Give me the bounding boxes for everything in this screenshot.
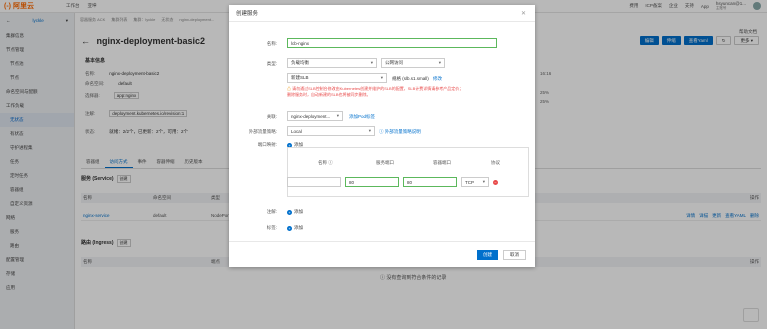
annotation-label: 注解: xyxy=(266,209,277,214)
help-icon: ⓘ xyxy=(328,160,333,165)
slb-select[interactable]: 新建SLB xyxy=(287,73,387,83)
name-input[interactable]: lcb-nginx xyxy=(287,38,497,48)
create-button[interactable]: 创建 xyxy=(477,250,498,260)
question-icon: ⓘ xyxy=(379,129,384,134)
access-select[interactable]: 公网访问 xyxy=(381,58,445,68)
slb-spec: 规格 (slb.s1.small) 修改 xyxy=(392,76,443,81)
assoc-select[interactable]: nginx-deployment... xyxy=(287,111,343,121)
ext-traffic-help[interactable]: ⓘ 外部流量策略说明 xyxy=(379,129,421,135)
dialog-footer: 创建 取消 xyxy=(229,241,535,267)
port-col-svc: 服务端口 xyxy=(376,160,394,165)
assoc-label: 关联: xyxy=(266,114,277,119)
type-label: 类型: xyxy=(266,61,277,66)
container-port-input[interactable]: 80 xyxy=(403,177,457,187)
plus-icon: + xyxy=(287,209,292,215)
port-col-name: 名称 ⓘ xyxy=(318,160,333,165)
tag-label: 标签: xyxy=(266,225,277,230)
type-select[interactable]: 负载均衡 xyxy=(287,58,377,68)
slb-warning: ⚠ 请勿通过SLB控制台修改由Kubernetes创建并维护的SLB的配置，SL… xyxy=(287,86,464,97)
port-col-proto: 协议 xyxy=(491,160,500,165)
cancel-button[interactable]: 取消 xyxy=(503,250,526,260)
modify-spec-link[interactable]: 修改 xyxy=(433,76,442,81)
port-name-input[interactable] xyxy=(287,177,341,187)
name-label: 名称: xyxy=(266,41,277,46)
port-col-ctr: 容器端口 xyxy=(433,160,451,165)
create-service-dialog: 创建服务 ✕ 名称: lcb-nginx 类型: 负载均衡 公网访问 新建SLB… xyxy=(229,5,535,267)
warning-icon: ⚠ xyxy=(287,86,291,91)
ext-traffic-label: 外部流量策略: xyxy=(248,129,277,134)
add-pod-label-link[interactable]: 添加Pod标签 xyxy=(349,114,375,120)
ext-traffic-select[interactable]: Local xyxy=(287,126,375,136)
dialog-title: 创建服务 xyxy=(229,5,535,22)
remove-port-icon[interactable]: − xyxy=(493,180,498,185)
close-icon[interactable]: ✕ xyxy=(521,10,526,17)
service-port-input[interactable]: 80 xyxy=(345,177,399,187)
plus-icon: + xyxy=(287,225,292,231)
protocol-select[interactable]: TCP xyxy=(461,177,489,187)
port-mapping-table: 名称 ⓘ 服务端口 容器端口 协议 xyxy=(287,147,529,197)
add-annotation-button[interactable]: + 添加 xyxy=(287,209,303,215)
add-tag-button[interactable]: + 添加 xyxy=(287,225,303,231)
port-map-label: 端口映射: xyxy=(257,142,277,147)
